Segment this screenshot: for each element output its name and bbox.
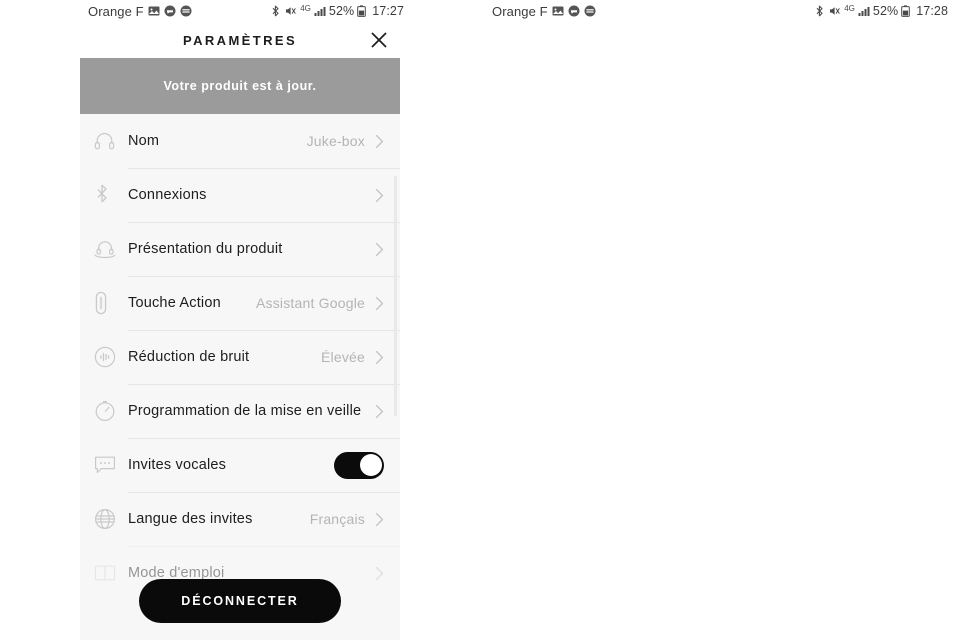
status-bar-left-group: Orange F <box>88 4 192 19</box>
settings-row-nom[interactable]: Nom Juke-box <box>80 114 400 168</box>
message-icon <box>164 5 176 17</box>
chevron-right-icon <box>375 296 384 311</box>
settings-scrollbar[interactable] <box>394 176 397 416</box>
settings-row-label: Programmation de la mise en veille <box>128 403 362 419</box>
settings-row-invites-vocales[interactable]: Invites vocales <box>80 438 400 492</box>
status-banner-label: Votre produit est à jour. <box>163 79 317 93</box>
disconnect-button[interactable]: DÉCONNECTER <box>139 579 341 623</box>
status-bar-right: Orange F 4G 52% 17:28 <box>480 0 960 22</box>
settings-row-label: Touche Action <box>128 295 221 311</box>
clock-label: 17:28 <box>916 4 948 18</box>
battery-percent-label: 52% <box>872 4 899 18</box>
settings-row-label: Présentation du produit <box>128 241 283 257</box>
bluetooth-icon <box>270 5 282 17</box>
status-bar-right-group: 4G 52% 17:28 <box>814 4 948 18</box>
voice-prompts-toggle[interactable] <box>334 451 384 479</box>
headphone-stand-icon <box>94 239 128 259</box>
network-type-label: 4G <box>300 3 311 13</box>
timer-icon <box>94 400 128 422</box>
chevron-right-icon <box>375 188 384 203</box>
carrier-label: Orange F <box>88 3 144 19</box>
screenshot-root: Orange F 4G 52% 17:27 PARAMÈTRES Votre p… <box>0 0 960 640</box>
globe-icon <box>94 508 128 530</box>
settings-row-value: Élevée <box>320 349 365 365</box>
settings-row-reduction-de-bruit[interactable]: Réduction de bruit Élevée <box>80 330 400 384</box>
chevron-right-icon <box>375 134 384 149</box>
settings-row-value: Juke-box <box>306 133 365 149</box>
photo-icon <box>148 5 160 17</box>
battery-icon <box>901 5 913 17</box>
chevron-right-icon <box>375 512 384 527</box>
carrier-label: Orange F <box>492 3 548 19</box>
close-icon[interactable] <box>368 29 390 51</box>
settings-row-connexions[interactable]: Connexions <box>80 168 400 222</box>
settings-row-label: Connexions <box>128 187 207 203</box>
settings-row-presentation[interactable]: Présentation du produit <box>80 222 400 276</box>
settings-row-programmation-veille[interactable]: Programmation de la mise en veille <box>80 384 400 438</box>
app-icon <box>180 5 192 17</box>
settings-row-label: Invites vocales <box>128 457 227 473</box>
status-banner: Votre produit est à jour. <box>80 58 400 114</box>
settings-panel: Votre produit est à jour. Nom Juke-box C… <box>80 58 400 640</box>
battery-icon <box>357 5 369 17</box>
status-bar-left-group: Orange F <box>492 4 596 19</box>
settings-row-label: Nom <box>128 133 160 149</box>
chevron-right-icon <box>375 350 384 365</box>
screen-noise-reduction: Orange F 4G 52% 17:28 <box>480 0 960 640</box>
noise-reduction-icon <box>94 346 128 368</box>
mute-icon <box>829 5 841 17</box>
settings-row-label: Réduction de bruit <box>128 349 250 365</box>
chevron-right-icon <box>375 404 384 419</box>
clock-label: 17:27 <box>372 4 404 18</box>
settings-row-value: Français <box>309 511 365 527</box>
bluetooth-icon <box>94 184 128 206</box>
bluetooth-icon <box>814 5 826 17</box>
toggle-knob <box>359 454 382 476</box>
settings-row-value: Assistant Google <box>255 295 365 311</box>
headphones-icon <box>94 131 128 151</box>
screen-settings: Orange F 4G 52% 17:27 PARAMÈTRES Votre p… <box>0 0 480 640</box>
battery-percent-label: 52% <box>328 4 355 18</box>
network-type-label: 4G <box>844 3 855 13</box>
settings-header: PARAMÈTRES <box>80 22 400 58</box>
settings-row-label: Langue des invites <box>128 511 253 527</box>
settings-row-langue-invites[interactable]: Langue des invites Français <box>80 492 400 546</box>
manual-icon <box>94 564 128 582</box>
settings-row-touche-action[interactable]: Touche Action Assistant Google <box>80 276 400 330</box>
mute-icon <box>285 5 297 17</box>
page-title: PARAMÈTRES <box>182 32 298 48</box>
status-bar-left: Orange F 4G 52% 17:27 <box>0 0 480 22</box>
action-button-icon <box>94 291 128 315</box>
message-icon <box>568 5 580 17</box>
chevron-right-icon <box>375 242 384 257</box>
status-bar-right-group: 4G 52% 17:27 <box>270 4 404 18</box>
settings-list: Nom Juke-box Connexions Présentation du … <box>80 114 400 600</box>
signal-icon <box>314 5 326 17</box>
speech-bubble-icon <box>94 455 128 475</box>
chevron-right-icon <box>375 566 384 581</box>
app-icon <box>584 5 596 17</box>
signal-icon <box>858 5 870 17</box>
photo-icon <box>552 5 564 17</box>
